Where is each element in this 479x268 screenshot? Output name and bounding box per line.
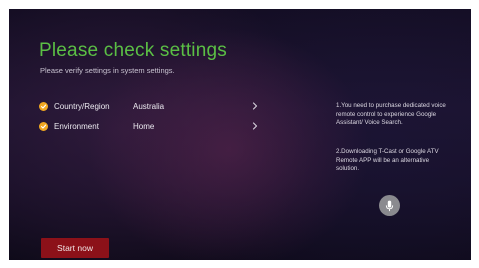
chevron-right-icon — [252, 102, 258, 110]
setting-value: Home — [133, 121, 155, 131]
page-subtitle: Please verify settings in system setting… — [40, 66, 175, 75]
tv-screen: Please check settings Please verify sett… — [9, 9, 471, 260]
microphone-button[interactable] — [379, 195, 400, 216]
setting-row-environment[interactable]: Environment Home — [39, 119, 259, 133]
check-circle-icon — [39, 121, 48, 131]
setting-value: Australia — [133, 101, 165, 111]
chevron-right-icon — [252, 122, 258, 130]
info-note-remote-app: 2.Downloading T-Cast or Google ATV Remot… — [336, 148, 439, 173]
page-title: Please check settings — [39, 40, 227, 61]
start-now-button[interactable]: Start now — [41, 238, 109, 258]
microphone-icon — [385, 200, 394, 211]
setting-row-country-region[interactable]: Country/Region Australia — [39, 99, 259, 113]
check-circle-icon — [39, 101, 48, 111]
setting-label: Environment — [54, 121, 99, 131]
info-note-voice-remote: 1.You need to purchase dedicated voice r… — [336, 102, 446, 127]
setting-label: Country/Region — [54, 101, 110, 111]
